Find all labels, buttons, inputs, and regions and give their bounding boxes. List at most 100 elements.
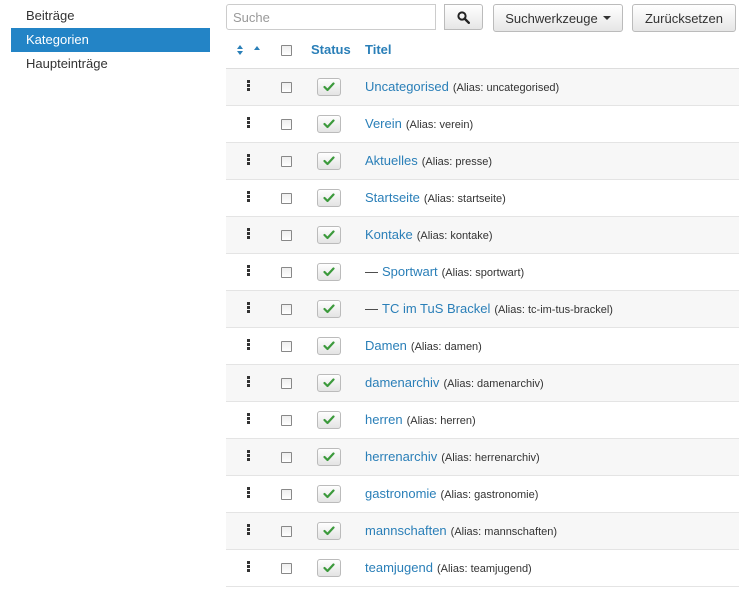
row-checkbox[interactable] xyxy=(281,193,292,204)
drag-handle-icon[interactable] xyxy=(247,413,250,425)
status-toggle[interactable] xyxy=(317,559,341,577)
status-toggle[interactable] xyxy=(317,300,341,318)
category-alias: (Alias: uncategorised) xyxy=(452,82,560,94)
category-title-link[interactable]: Uncategorised xyxy=(365,79,449,94)
table-row: mannschaften (Alias: mannschaften) xyxy=(226,513,739,550)
search-input[interactable] xyxy=(226,4,436,30)
table-row: Verein (Alias: verein) xyxy=(226,106,739,143)
drag-handle-icon[interactable] xyxy=(247,339,250,351)
drag-handle-icon[interactable] xyxy=(247,487,250,499)
category-title-link[interactable]: herrenarchiv xyxy=(365,449,437,464)
sort-icon[interactable] xyxy=(236,44,266,56)
row-checkbox[interactable] xyxy=(281,304,292,315)
row-checkbox[interactable] xyxy=(281,526,292,537)
drag-handle-icon[interactable] xyxy=(247,80,250,92)
title-cell: Kontake (Alias: kontake) xyxy=(365,217,493,253)
title-cell: Aktuelles (Alias: presse) xyxy=(365,143,492,179)
drag-handle-icon[interactable] xyxy=(247,191,250,203)
status-toggle[interactable] xyxy=(317,522,341,540)
drag-handle-icon[interactable] xyxy=(247,117,250,129)
title-cell: herrenarchiv (Alias: herrenarchiv) xyxy=(365,439,540,475)
drag-handle-icon[interactable] xyxy=(247,302,250,314)
row-checkbox[interactable] xyxy=(281,341,292,352)
check-icon xyxy=(323,156,335,166)
category-title-link[interactable]: teamjugend xyxy=(365,560,433,575)
category-title-link[interactable]: Startseite xyxy=(365,190,420,205)
category-title-link[interactable]: gastronomie xyxy=(365,486,437,501)
check-icon xyxy=(323,119,335,129)
category-alias: (Alias: gastronomie) xyxy=(440,489,539,501)
status-toggle[interactable] xyxy=(317,337,341,355)
status-toggle[interactable] xyxy=(317,485,341,503)
row-checkbox[interactable] xyxy=(281,489,292,500)
status-toggle[interactable] xyxy=(317,189,341,207)
table-row: herrenarchiv (Alias: herrenarchiv) xyxy=(226,439,739,476)
category-title-link[interactable]: mannschaften xyxy=(365,523,447,538)
table-row: teamjugend (Alias: teamjugend) xyxy=(226,550,739,587)
check-icon xyxy=(323,526,335,536)
select-all-checkbox[interactable] xyxy=(281,45,292,56)
status-toggle[interactable] xyxy=(317,152,341,170)
sidebar-item-haupteintraege[interactable]: Haupteinträge xyxy=(11,52,210,76)
status-toggle[interactable] xyxy=(317,448,341,466)
check-icon xyxy=(323,489,335,499)
status-toggle[interactable] xyxy=(317,374,341,392)
drag-handle-icon[interactable] xyxy=(247,376,250,388)
row-checkbox[interactable] xyxy=(281,119,292,130)
category-title-link[interactable]: Verein xyxy=(365,116,402,131)
check-icon xyxy=(323,82,335,92)
status-toggle[interactable] xyxy=(317,78,341,96)
column-status[interactable]: Status xyxy=(311,32,351,68)
status-toggle[interactable] xyxy=(317,115,341,133)
category-alias: (Alias: mannschaften) xyxy=(450,526,558,538)
drag-handle-icon[interactable] xyxy=(247,561,250,573)
reset-button[interactable]: Zurücksetzen xyxy=(632,4,736,32)
category-title-link[interactable]: Kontake xyxy=(365,227,413,242)
category-alias: (Alias: presse) xyxy=(421,156,493,168)
row-checkbox[interactable] xyxy=(281,267,292,278)
row-checkbox[interactable] xyxy=(281,452,292,463)
category-title-link[interactable]: herren xyxy=(365,412,403,427)
row-checkbox[interactable] xyxy=(281,230,292,241)
title-cell: Startseite (Alias: startseite) xyxy=(365,180,506,216)
title-cell: Uncategorised (Alias: uncategorised) xyxy=(365,69,559,105)
search-icon xyxy=(457,10,470,24)
drag-handle-icon[interactable] xyxy=(247,154,250,166)
search-tools-button[interactable]: Suchwerkzeuge xyxy=(493,4,623,32)
level-dash: — xyxy=(365,264,378,279)
title-cell: Verein (Alias: verein) xyxy=(365,106,473,142)
sidebar-item-beitraege[interactable]: Beiträge xyxy=(11,4,210,28)
table-row: Kontake (Alias: kontake) xyxy=(226,217,739,254)
check-icon xyxy=(323,341,335,351)
category-alias: (Alias: kontake) xyxy=(416,230,493,242)
category-title-link[interactable]: TC im TuS Brackel xyxy=(382,301,490,316)
reset-label: Zurücksetzen xyxy=(644,10,724,26)
search-button[interactable] xyxy=(444,4,483,30)
row-checkbox[interactable] xyxy=(281,82,292,93)
status-toggle[interactable] xyxy=(317,226,341,244)
table-row: Damen (Alias: damen) xyxy=(226,328,739,365)
category-title-link[interactable]: Sportwart xyxy=(382,264,438,279)
row-checkbox[interactable] xyxy=(281,563,292,574)
category-alias: (Alias: sportwart) xyxy=(441,267,525,279)
row-checkbox[interactable] xyxy=(281,415,292,426)
row-checkbox[interactable] xyxy=(281,156,292,167)
category-title-link[interactable]: Damen xyxy=(365,338,407,353)
column-title[interactable]: Titel xyxy=(365,32,392,68)
row-checkbox[interactable] xyxy=(281,378,292,389)
drag-handle-icon[interactable] xyxy=(247,265,250,277)
title-cell: teamjugend (Alias: teamjugend) xyxy=(365,550,532,586)
drag-handle-icon[interactable] xyxy=(247,524,250,536)
title-cell: mannschaften (Alias: mannschaften) xyxy=(365,513,557,549)
status-toggle[interactable] xyxy=(317,411,341,429)
category-title-link[interactable]: damenarchiv xyxy=(365,375,439,390)
sidebar: Beiträge Kategorien Haupteinträge xyxy=(11,4,210,76)
title-cell: — Sportwart (Alias: sportwart) xyxy=(365,254,524,290)
drag-handle-icon[interactable] xyxy=(247,228,250,240)
category-title-link[interactable]: Aktuelles xyxy=(365,153,418,168)
check-icon xyxy=(323,267,335,277)
table-row xyxy=(226,587,739,599)
status-toggle[interactable] xyxy=(317,263,341,281)
sidebar-item-kategorien[interactable]: Kategorien xyxy=(11,28,210,52)
drag-handle-icon[interactable] xyxy=(247,450,250,462)
